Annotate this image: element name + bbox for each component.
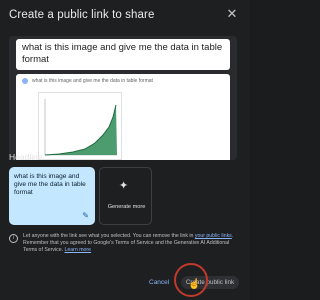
info-text-part-1: Let anyone with the link see what you se… [23,233,195,239]
chart-thumbnail [38,92,122,160]
share-dialog: Create a public link to share ✕ what is … [0,0,250,300]
sparkle-icon: ✦ [119,180,129,192]
generate-more-label: Generate more [107,204,146,210]
hand-cursor-icon: ☝ [188,279,201,290]
cancel-button[interactable]: Cancel [149,279,169,286]
generate-more-button[interactable]: ✦ Generate more [99,167,152,225]
preview-response-card: what is this image and give me the data … [16,74,230,160]
conversation-preview: what is this image and give me the data … [9,36,237,160]
info-icon: i [9,234,18,243]
preview-user-text: what is this image and give me the data … [32,78,153,84]
info-text: Let anyone with the link see what you se… [23,233,241,254]
preview-prompt: what is this image and give me the data … [16,39,230,70]
headline-label: Headline [9,152,43,162]
public-links-link[interactable]: your public links [195,233,232,239]
close-icon[interactable]: ✕ [223,5,241,23]
preview-user-row: what is this image and give me the data … [22,78,153,84]
learn-more-link[interactable]: Learn more [65,247,92,253]
avatar [22,78,28,84]
headline-card[interactable]: what is this image and give me the data … [9,167,95,225]
dialog-title: Create a public link to share [9,9,155,21]
chart-thumbnail-graphic [44,99,117,156]
info-notice: i Let anyone with the link see what you … [9,233,241,254]
headline-text: what is this image and give me the data … [14,173,86,196]
pencil-icon[interactable]: ✎ [82,212,89,220]
